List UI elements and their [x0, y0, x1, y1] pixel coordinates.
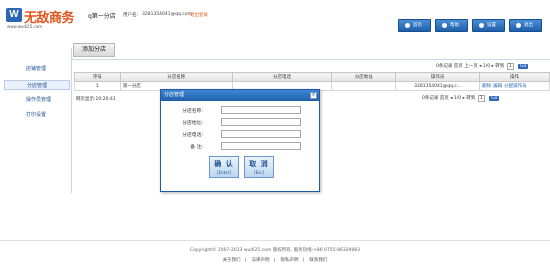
table-header-row: 序号 分店名称 分店电话 分店地址 操作员 操作 [74, 72, 550, 82]
footer-link-contact[interactable]: 联系我们 [309, 258, 327, 263]
field-label-address: 分店地址: [182, 121, 203, 126]
exit-icon [516, 23, 521, 28]
logo[interactable]: W 无敌商务 www.wudi25.com [6, 8, 78, 30]
sidebar-item-store[interactable]: 店铺管理 [4, 64, 70, 74]
col-operator: 操作员 [395, 72, 481, 82]
logo-url: www.wudi25.com [7, 24, 43, 29]
field-label-name: 分店名称: [182, 109, 203, 114]
user-email: 3281354041@qq.com [142, 12, 192, 17]
page-display-time: 网页显示:10:20:41 [76, 97, 116, 102]
exit-button-label: 退出 [524, 23, 533, 28]
user-label: 用户名: [123, 13, 139, 18]
col-index: 序号 [74, 72, 121, 82]
pager-bottom-text: 0条记录 首页 ◂ 1/0 ▸ 转到 [422, 96, 476, 101]
footer-link-legal[interactable]: 法律声明 [252, 258, 270, 263]
cancel-button-label: 取 消 [249, 160, 269, 168]
branch-note-input[interactable] [221, 142, 301, 150]
cancel-button-shortcut: [Esc] [254, 170, 264, 175]
settings-icon [479, 23, 484, 28]
cancel-button[interactable]: 取 消 [Esc] [244, 156, 274, 178]
cell-address [331, 81, 397, 91]
confirm-button-shortcut: [Enter] [217, 170, 231, 175]
store-name: q第一分店 [88, 13, 116, 20]
pager-bottom-go-button[interactable]: Go [489, 96, 500, 101]
col-phone: 分店电话 [231, 72, 333, 82]
cell-operator: 3281354041@qq.c... [395, 81, 481, 91]
field-label-note: 备 注: [190, 145, 203, 150]
sidebar-item-operator[interactable]: 操作员管理 [4, 95, 70, 105]
confirm-button-label: 确 认 [214, 160, 234, 168]
footer-link-about[interactable]: 关于我们 [223, 258, 241, 263]
home-button-label: 首页 [413, 23, 422, 28]
pager-bottom: 0条记录 首页 ◂ 1/0 ▸ 转到 1 Go [422, 95, 500, 102]
sidebar-item-print[interactable]: 打印设置 [4, 110, 70, 120]
confirm-button[interactable]: 确 认 [Enter] [209, 156, 239, 178]
dialog-title: 分店管理 [161, 90, 319, 101]
home-button[interactable]: 首页 [398, 19, 431, 32]
divider [72, 59, 550, 60]
footer-link-privacy[interactable]: 隐私声明 [280, 258, 298, 263]
col-name: 分店名称 [119, 72, 233, 82]
cell-index: 1 [74, 81, 121, 91]
footer-divider [0, 240, 550, 241]
pager-top-text: 0条记录 首页 上一页 ◂ 1/0 ▸ 转到 [436, 64, 505, 69]
exit-button[interactable]: 退出 [509, 19, 542, 32]
settings-button[interactable]: 设置 [472, 19, 505, 32]
cell-ops: 删除 编辑 分配操作员 [479, 81, 550, 91]
col-ops: 操作 [479, 72, 550, 82]
close-icon[interactable]: × [310, 92, 317, 99]
branch-name-input[interactable] [221, 106, 301, 114]
pager-bottom-page-input[interactable]: 1 [477, 95, 485, 102]
pager-top: 0条记录 首页 上一页 ◂ 1/0 ▸ 转到 1 Go [436, 63, 529, 70]
pager-top-page-input[interactable]: 1 [506, 63, 514, 70]
copyright: Copyright© 2007-2013 wudi25.com 版权所有, 服务… [190, 248, 360, 253]
logout-link[interactable]: 退出登录 [190, 12, 208, 18]
home-icon [405, 23, 410, 28]
branch-address-input[interactable] [221, 118, 301, 126]
assign-operator-link[interactable]: 分配操作员 [504, 84, 527, 89]
add-branch-button[interactable]: 添加分店 [73, 43, 115, 57]
settings-button-label: 设置 [487, 23, 496, 28]
col-address: 分店地址 [331, 72, 397, 82]
help-button[interactable]: 帮助 [435, 19, 468, 32]
branch-dialog: 分店管理 × 分店名称: 分店地址: 分店电话: 备 注: 确 认 [Enter… [160, 89, 320, 192]
help-icon [442, 23, 447, 28]
help-button-label: 帮助 [450, 23, 459, 28]
top-header: W 无敌商务 www.wudi25.com q第一分店 用户名: 3281354… [0, 0, 550, 34]
sidebar: 店铺管理 分店管理 操作员管理 打印设置 [0, 48, 72, 193]
sidebar-item-branch[interactable]: 分店管理 [4, 80, 70, 90]
pager-top-go-button[interactable]: Go [518, 64, 529, 69]
logo-badge: W [6, 8, 22, 22]
branch-phone-input[interactable] [221, 130, 301, 138]
field-label-phone: 分店电话: [182, 133, 203, 138]
footer-links: 关于我们 | 法律声明 | 隐私声明 | 联系我们 [222, 258, 328, 263]
delete-link[interactable]: 删除 [482, 84, 491, 89]
edit-link[interactable]: 编辑 [493, 84, 502, 89]
